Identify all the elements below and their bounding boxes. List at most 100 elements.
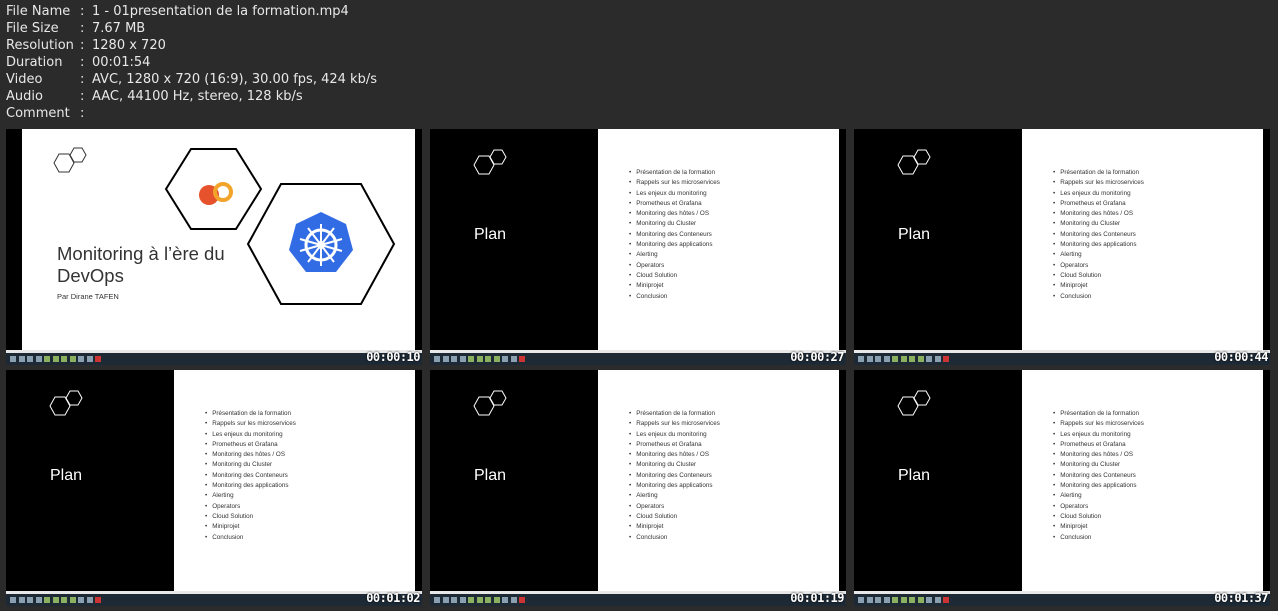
info-value: 1280 x 720 <box>92 38 166 53</box>
taskbar-app-icon <box>883 356 890 362</box>
agenda-item: Prometheus et Grafana <box>1053 440 1144 450</box>
agenda-item: Alerting <box>629 491 720 501</box>
info-separator: : <box>80 106 85 121</box>
slide: Monitoring à l’ère du DevOps Par Dirane T… <box>6 129 422 350</box>
agenda-item: Monitoring des hôtes / OS <box>629 450 720 460</box>
taskbar-app-icon <box>18 597 25 603</box>
taskbar-app-icon <box>493 356 500 362</box>
info-separator: : <box>80 72 85 87</box>
taskbar-app-icon <box>434 597 440 603</box>
taskbar-app-icon <box>502 597 508 603</box>
status-strip <box>430 350 846 353</box>
video-thumbnail[interactable]: Plan Présentation de la formationRappels … <box>854 370 1270 606</box>
timestamp-label: 00:00:10 <box>366 350 420 364</box>
taskbar-app-icon <box>519 597 525 603</box>
info-key: File Size <box>6 21 59 36</box>
hexagon-logo <box>50 147 90 183</box>
agenda-item: Les enjeux du monitoring <box>205 430 296 440</box>
taskbar-app-icon <box>52 356 59 362</box>
taskbar-app-icon <box>95 597 101 603</box>
agenda-item: Rappels sur les microservices <box>205 419 296 429</box>
video-thumbnail[interactable]: Plan Présentation de la formationRappels … <box>854 129 1270 365</box>
hexagon-logo <box>894 390 934 426</box>
windows-taskbar <box>854 350 1270 365</box>
taskbar-app-icon <box>442 597 449 603</box>
slide: Plan Présentation de la formationRappels … <box>430 370 846 591</box>
video-thumbnail[interactable]: Plan Présentation de la formationRappels … <box>6 370 422 606</box>
status-strip <box>6 350 422 353</box>
agenda-list: Présentation de la formationRappels sur … <box>205 409 296 543</box>
agenda-item: Monitoring du Cluster <box>1053 219 1144 229</box>
agenda-item: Alerting <box>205 491 296 501</box>
taskbar-app-icon <box>510 356 517 362</box>
info-key: File Name <box>6 4 71 19</box>
info-separator: : <box>80 55 85 70</box>
info-separator: : <box>80 21 85 36</box>
hexagon-logo-icon <box>897 149 931 175</box>
taskbar-app-icon <box>10 597 16 603</box>
windows-taskbar <box>6 350 422 365</box>
timestamp-label: 00:01:19 <box>790 591 844 605</box>
agenda-item: Alerting <box>1053 491 1144 501</box>
info-value: AAC, 44100 Hz, stereo, 128 kb/s <box>92 89 303 104</box>
taskbar-app-icon <box>476 356 483 362</box>
agenda-item: Miniprojet <box>629 522 720 532</box>
taskbar-app-icon <box>44 597 50 603</box>
taskbar-app-icon <box>866 597 873 603</box>
agenda-item: Monitoring des applications <box>205 481 296 491</box>
hexagon-logo-icon <box>53 147 87 173</box>
slide-heading: Plan <box>474 226 507 243</box>
info-row: Resolution:1280 x 720 <box>6 37 377 54</box>
taskbar-app-icon <box>459 356 466 362</box>
taskbar-app-icon <box>434 356 440 362</box>
status-strip <box>854 591 1270 594</box>
hexagon-logo <box>46 390 86 426</box>
video-thumbnail[interactable]: Monitoring à l’ère du DevOps Par Dirane T… <box>6 129 422 365</box>
info-row: File Name:1 - 01presentation de la forma… <box>6 3 377 20</box>
info-row: Comment: <box>6 105 377 122</box>
info-row: File Size:7.67 MB <box>6 20 377 37</box>
taskbar-app-icon <box>468 356 474 362</box>
taskbar-app-icon <box>476 597 483 603</box>
taskbar-app-icon <box>86 597 93 603</box>
slide-heading: Plan <box>898 467 931 484</box>
agenda-item: Monitoring des hôtes / OS <box>1053 450 1144 460</box>
agenda-item: Prometheus et Grafana <box>205 440 296 450</box>
windows-taskbar <box>854 591 1270 606</box>
taskbar-app-icon <box>27 356 33 362</box>
taskbar-app-icon <box>468 597 474 603</box>
video-thumbnail[interactable]: Plan Présentation de la formationRappels … <box>430 370 846 606</box>
agenda-item: Présentation de la formation <box>205 409 296 419</box>
info-value: 1 - 01presentation de la formation.mp4 <box>92 4 349 19</box>
agenda-item: Rappels sur les microservices <box>1053 178 1144 188</box>
timestamp-label: 00:00:44 <box>1214 350 1268 364</box>
slide-heading: Plan <box>50 467 83 484</box>
status-strip <box>854 350 1270 353</box>
agenda-item: Les enjeux du monitoring <box>1053 189 1144 199</box>
slide: Plan Présentation de la formationRappels … <box>854 129 1270 350</box>
agenda-item: Rappels sur les microservices <box>629 178 720 188</box>
agenda-item: Miniprojet <box>1053 522 1144 532</box>
agenda-item: Alerting <box>629 250 720 260</box>
taskbar-app-icon <box>442 356 449 362</box>
video-thumbnail[interactable]: Plan Présentation de la formationRappels … <box>430 129 846 365</box>
taskbar-app-icon <box>943 356 949 362</box>
info-separator: : <box>80 4 85 19</box>
taskbar-app-icon <box>900 597 907 603</box>
hexagon-logo-icon <box>49 390 83 416</box>
agenda-item: Présentation de la formation <box>1053 409 1144 419</box>
agenda-item: Miniprojet <box>205 522 296 532</box>
agenda-item: Alerting <box>1053 250 1144 260</box>
status-strip <box>430 591 846 594</box>
slide-title: Monitoring à l’ère du DevOps <box>57 243 225 286</box>
taskbar-app-icon <box>52 597 59 603</box>
agenda-item: Conclusion <box>629 292 720 302</box>
hexagon-logo-icon <box>473 390 507 416</box>
agenda-item: Monitoring des Conteneurs <box>205 471 296 481</box>
agenda-item: Monitoring des applications <box>629 481 720 491</box>
taskbar-app-icon <box>900 356 907 362</box>
taskbar-app-icon <box>909 597 915 603</box>
taskbar-app-icon <box>909 356 915 362</box>
agenda-item: Conclusion <box>205 533 296 543</box>
slide: Plan Présentation de la formationRappels … <box>854 370 1270 591</box>
